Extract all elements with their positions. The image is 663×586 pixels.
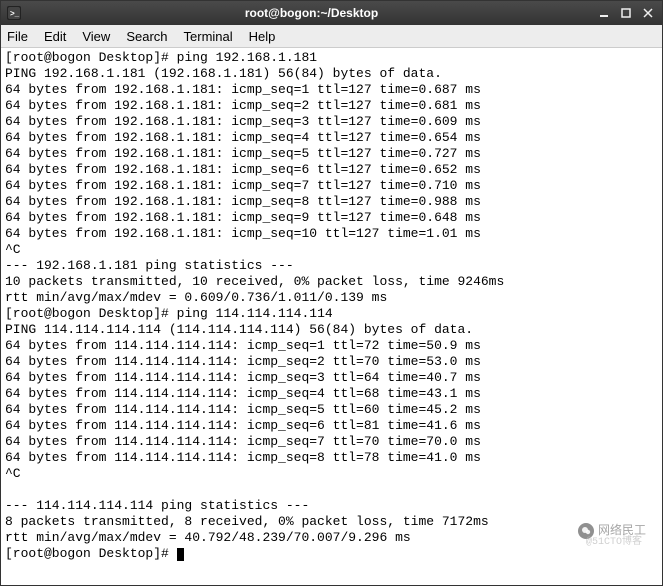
menu-view[interactable]: View [82,29,110,44]
ping2-stats-header: --- 114.114.114.114 ping statistics --- [5,498,309,513]
command-2: ping 114.114.114.114 [177,306,333,321]
menu-terminal[interactable]: Terminal [184,29,233,44]
ping1-line: 64 bytes from 192.168.1.181: icmp_seq=4 … [5,130,481,145]
command-1: ping 192.168.1.181 [177,50,317,65]
titlebar[interactable]: >_ root@bogon:~/Desktop [1,1,662,25]
prompt: [root@bogon Desktop]# [5,306,177,321]
ping1-line: 64 bytes from 192.168.1.181: icmp_seq=2 … [5,98,481,113]
terminal-output[interactable]: [root@bogon Desktop]# ping 192.168.1.181… [1,48,662,585]
ping2-line: 64 bytes from 114.114.114.114: icmp_seq=… [5,418,481,433]
ping2-line: 64 bytes from 114.114.114.114: icmp_seq=… [5,338,481,353]
terminal-icon: >_ [7,6,21,20]
ping1-line: 64 bytes from 192.168.1.181: icmp_seq=9 … [5,210,481,225]
ping1-stats-header: --- 192.168.1.181 ping statistics --- [5,258,294,273]
ping2-header: PING 114.114.114.114 (114.114.114.114) 5… [5,322,473,337]
minimize-button[interactable] [596,6,612,20]
prompt: [root@bogon Desktop]# [5,546,177,561]
ping2-line: 64 bytes from 114.114.114.114: icmp_seq=… [5,402,481,417]
menu-search[interactable]: Search [126,29,167,44]
ping1-line: 64 bytes from 192.168.1.181: icmp_seq=10… [5,226,481,241]
maximize-button[interactable] [618,6,634,20]
prompt: [root@bogon Desktop]# [5,50,177,65]
cursor [177,548,184,561]
ping2-line: 64 bytes from 114.114.114.114: icmp_seq=… [5,386,481,401]
ping2-stats-line: rtt min/avg/max/mdev = 40.792/48.239/70.… [5,530,411,545]
ping2-stats-line: 8 packets transmitted, 8 received, 0% pa… [5,514,489,529]
menu-edit[interactable]: Edit [44,29,66,44]
ping1-line: 64 bytes from 192.168.1.181: icmp_seq=6 … [5,162,481,177]
ping2-line: 64 bytes from 114.114.114.114: icmp_seq=… [5,370,481,385]
ping2-line: 64 bytes from 114.114.114.114: icmp_seq=… [5,434,481,449]
ping1-line: 64 bytes from 192.168.1.181: icmp_seq=5 … [5,146,481,161]
window-controls [596,6,656,20]
ping1-line: 64 bytes from 192.168.1.181: icmp_seq=1 … [5,82,481,97]
ping1-header: PING 192.168.1.181 (192.168.1.181) 56(84… [5,66,442,81]
ping1-stats-line: 10 packets transmitted, 10 received, 0% … [5,274,504,289]
ctrl-c: ^C [5,242,21,257]
menubar: File Edit View Search Terminal Help [1,25,662,48]
watermark-sub: @51CTO博客 [586,535,642,551]
ping1-line: 64 bytes from 192.168.1.181: icmp_seq=3 … [5,114,481,129]
ping1-line: 64 bytes from 192.168.1.181: icmp_seq=7 … [5,178,481,193]
window-title: root@bogon:~/Desktop [27,6,596,20]
ping1-stats-line: rtt min/avg/max/mdev = 0.609/0.736/1.011… [5,290,387,305]
ping2-line: 64 bytes from 114.114.114.114: icmp_seq=… [5,450,481,465]
ping2-line: 64 bytes from 114.114.114.114: icmp_seq=… [5,354,481,369]
menu-help[interactable]: Help [249,29,276,44]
menu-file[interactable]: File [7,29,28,44]
ctrl-c: ^C [5,466,21,481]
svg-text:>_: >_ [10,9,20,18]
ping1-line: 64 bytes from 192.168.1.181: icmp_seq=8 … [5,194,481,209]
terminal-window: >_ root@bogon:~/Desktop File Edit View S… [0,0,663,586]
close-button[interactable] [640,6,656,20]
